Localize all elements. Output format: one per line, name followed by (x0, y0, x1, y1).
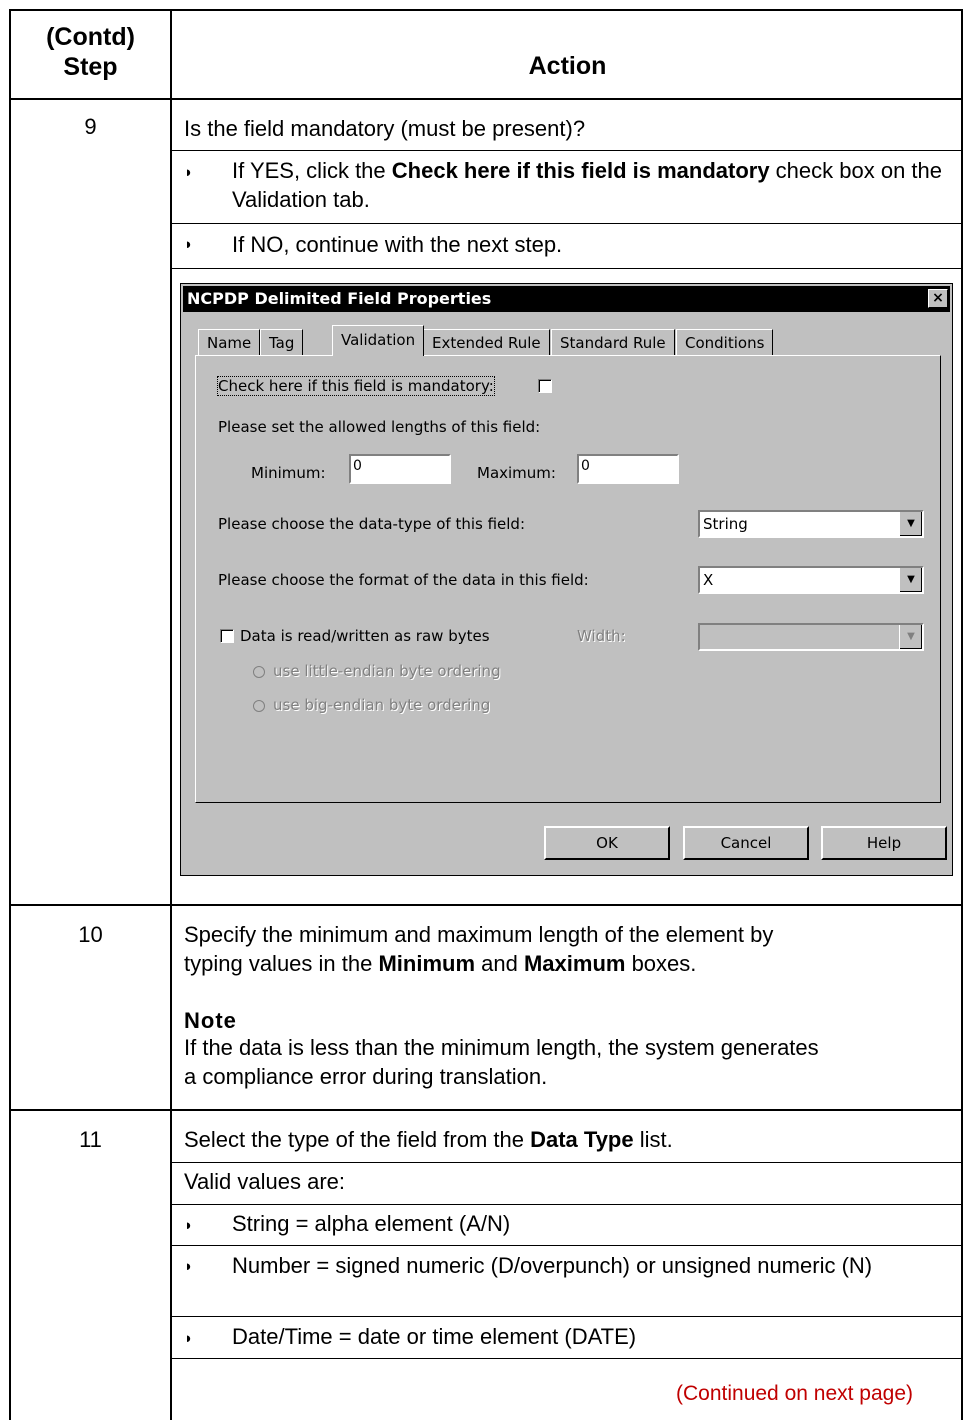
bullet-icon: ◗ (184, 1217, 194, 1234)
big-endian-label: use big-endian byte ordering (273, 696, 491, 714)
row-divider-10 (9, 1109, 963, 1111)
lengths-label: Please set the allowed lengths of this f… (218, 418, 541, 436)
big-endian-radio[interactable] (253, 700, 265, 712)
format-select[interactable]: X ▼ (698, 566, 924, 594)
bullet-icon: ◗ (184, 236, 194, 253)
little-endian-label: use little-endian byte ordering (273, 662, 501, 680)
rule (172, 1204, 963, 1205)
tab-extended-rule[interactable]: Extended Rule (423, 329, 550, 356)
rule (172, 223, 963, 224)
raw-bytes-checkbox[interactable] (220, 629, 234, 643)
cancel-button[interactable]: Cancel (683, 826, 809, 860)
step-number-10: 10 (78, 922, 103, 947)
raw-bytes-label: Data is read/written as raw bytes (240, 627, 490, 645)
rule (172, 268, 963, 269)
chevron-down-icon[interactable]: ▼ (899, 512, 922, 536)
width-select[interactable]: ▼ (698, 623, 924, 651)
format-label: Please choose the format of the data in … (218, 571, 589, 589)
step9-bullet-no: If NO, continue with the next step. (232, 232, 563, 257)
bullet-icon: ◗ (184, 1258, 194, 1275)
tab-standard-rule[interactable]: Standard Rule (551, 329, 675, 356)
minimum-label: Minimum: (251, 464, 326, 482)
tab-validation[interactable]: Validation (332, 325, 425, 356)
step-number-11: 11 (79, 1127, 102, 1152)
chevron-down-icon[interactable]: ▼ (899, 568, 922, 592)
column-divider (170, 9, 172, 1420)
rule (172, 150, 963, 151)
list-item: String = alpha element (A/N) (232, 1211, 511, 1236)
maximum-input[interactable]: 0 (577, 454, 679, 484)
note-text: If the data is less than the minimum len… (184, 1035, 819, 1089)
header-divider (9, 98, 963, 100)
rule (172, 1245, 963, 1246)
header-action: Action (528, 52, 607, 80)
minimum-input[interactable]: 0 (349, 454, 451, 484)
chevron-down-icon[interactable]: ▼ (899, 625, 922, 649)
header-step: (Contd) Step (46, 23, 135, 81)
continued-note: (Continued on next page) (676, 1382, 913, 1405)
width-label: Width: (577, 627, 626, 645)
tab-name[interactable]: Name (198, 329, 261, 356)
tab-tag[interactable]: Tag (260, 329, 304, 356)
ok-button[interactable]: OK (544, 826, 670, 860)
maximum-label: Maximum: (477, 464, 556, 482)
list-item: Number = signed numeric (D/overpunch) or… (232, 1253, 873, 1278)
close-icon[interactable]: × (928, 289, 948, 308)
field-properties-dialog: NCPDP Delimited Field Properties × Name … (180, 283, 953, 876)
bullet-icon: ◗ (184, 164, 194, 181)
step-number-9: 9 (84, 114, 97, 139)
tab-conditions[interactable]: Conditions (676, 329, 774, 356)
note-heading: Note (184, 1008, 237, 1033)
bullet-icon: ◗ (184, 1330, 194, 1347)
step9-bullet-yes: If YES, click the Check here if this fie… (232, 158, 943, 212)
rule (172, 1316, 963, 1317)
mandatory-checkbox[interactable] (538, 379, 552, 393)
step11-valid-label: Valid values are: (184, 1169, 346, 1194)
little-endian-radio[interactable] (253, 666, 265, 678)
mandatory-label: Check here if this field is mandatory: (217, 376, 495, 396)
step10-text: Specify the minimum and maximum length o… (184, 922, 774, 976)
list-item: Date/Time = date or time element (DATE) (232, 1324, 637, 1349)
help-button[interactable]: Help (821, 826, 947, 860)
dialog-title: NCPDP Delimited Field Properties (183, 286, 950, 312)
step11-text: Select the type of the field from the Da… (184, 1127, 673, 1152)
datatype-label: Please choose the data-type of this fiel… (218, 515, 526, 533)
step9-question: Is the field mandatory (must be present)… (184, 116, 586, 141)
rule (172, 1358, 963, 1359)
row-divider-9 (9, 904, 963, 906)
datatype-select[interactable]: String ▼ (698, 510, 924, 538)
rule (172, 1162, 963, 1163)
